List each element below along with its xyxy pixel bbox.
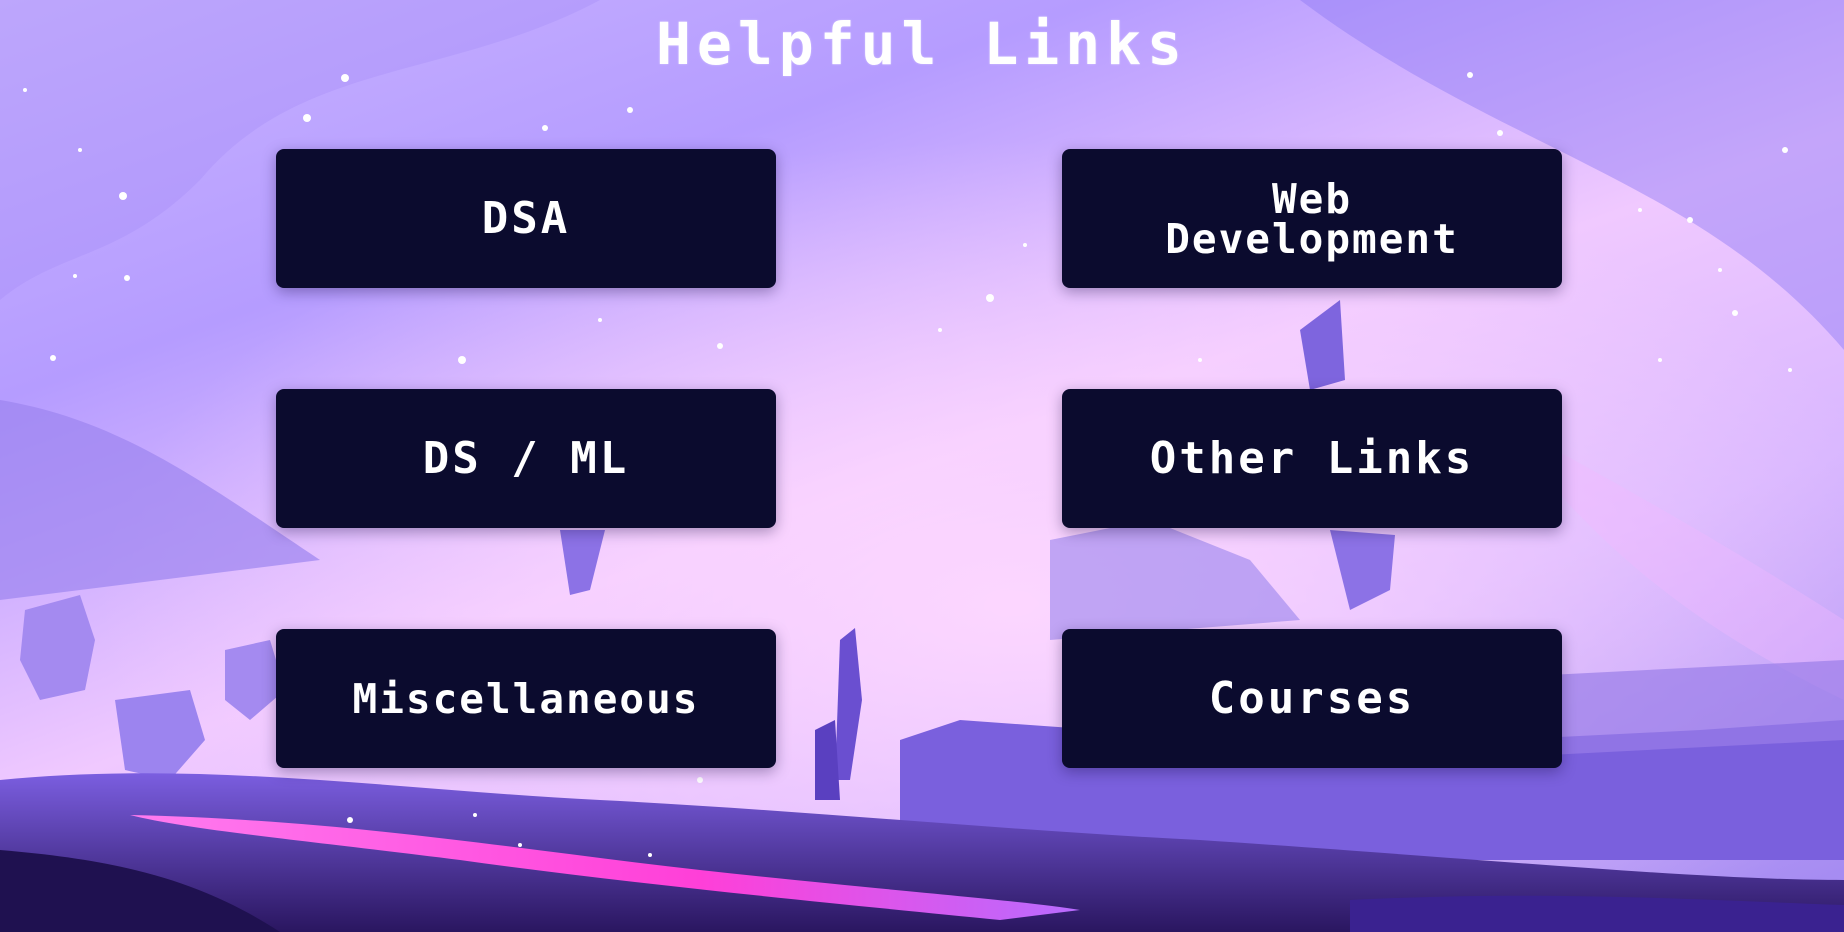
miscellaneous-link-button[interactable]: Miscellaneous: [276, 629, 776, 768]
courses-link-button[interactable]: Courses: [1062, 629, 1562, 768]
web-development-link-button[interactable]: Web Development: [1062, 149, 1562, 288]
other-links-button[interactable]: Other Links: [1062, 389, 1562, 528]
dsa-link-button[interactable]: DSA: [276, 149, 776, 288]
ds-ml-link-button[interactable]: DS / ML: [276, 389, 776, 528]
page-title: Helpful Links: [656, 10, 1188, 78]
